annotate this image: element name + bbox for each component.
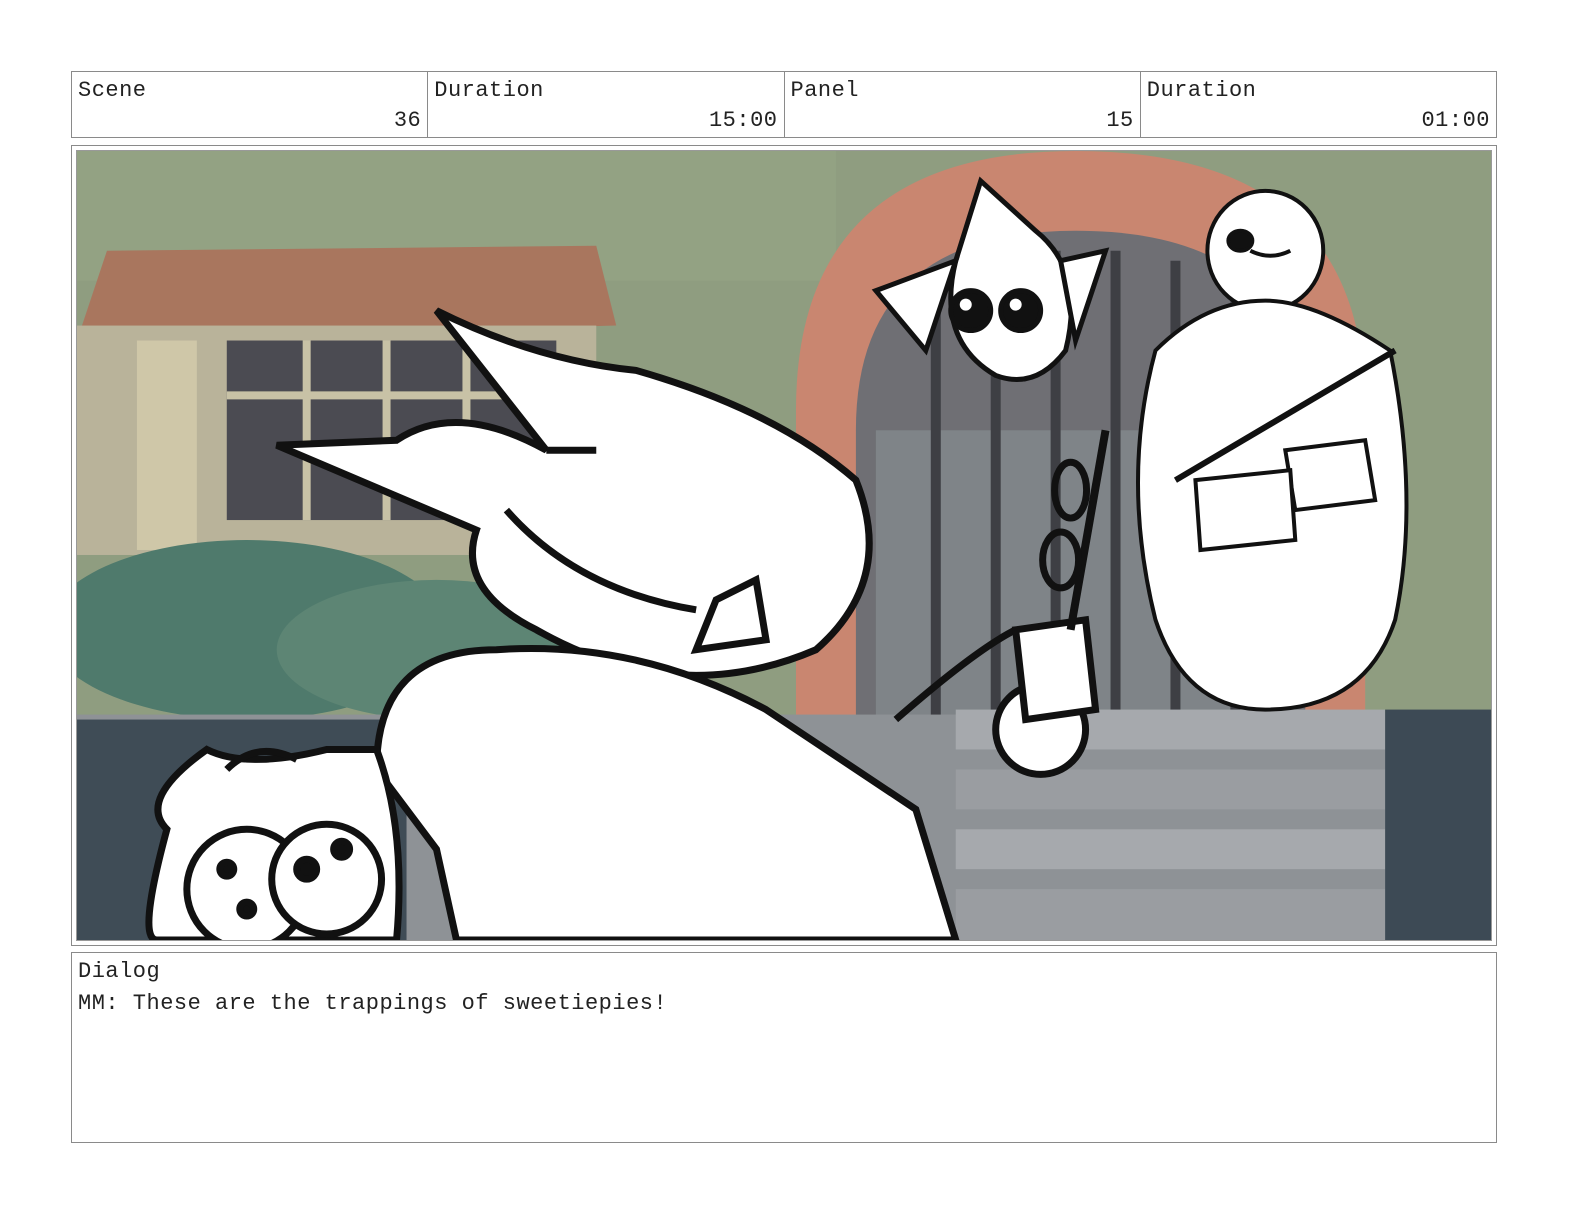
panel-illustration bbox=[76, 150, 1492, 941]
panel-cell: Panel 15 bbox=[785, 72, 1141, 137]
panel-duration-cell: Duration 01:00 bbox=[1141, 72, 1496, 137]
scene-cell: Scene 36 bbox=[72, 72, 429, 137]
storyboard-header: Scene 36 Duration 15:00 Panel 15 Duratio… bbox=[71, 71, 1497, 138]
panel-duration-label: Duration bbox=[1146, 78, 1257, 103]
dialog-label: Dialog bbox=[78, 959, 161, 984]
scene-duration-cell: Duration 15:00 bbox=[428, 72, 785, 137]
scene-duration-value: 15:00 bbox=[708, 108, 778, 133]
panel-duration-value: 01:00 bbox=[1421, 108, 1490, 133]
scene-duration-label: Duration bbox=[434, 78, 544, 103]
storyboard-panel-frame bbox=[71, 145, 1497, 946]
panel-label: Panel bbox=[790, 78, 860, 103]
dialog-box: Dialog MM: These are the trappings of sw… bbox=[71, 952, 1497, 1143]
scene-label: Scene bbox=[78, 78, 147, 103]
scene-number: 36 bbox=[393, 108, 422, 133]
dialog-text: MM: These are the trappings of sweetiepi… bbox=[78, 991, 668, 1016]
cookie-bag bbox=[145, 745, 403, 940]
panel-drawing bbox=[77, 151, 1491, 940]
panel-number: 15 bbox=[1106, 108, 1134, 133]
